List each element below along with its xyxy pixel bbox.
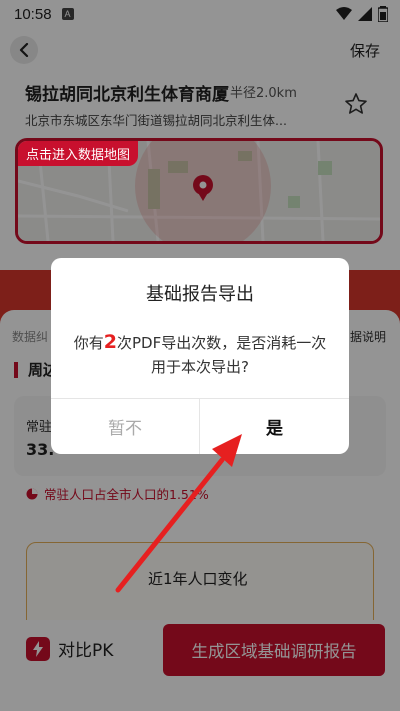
dialog-msg-prefix: 你有 (73, 334, 104, 352)
export-count: 2 (103, 331, 117, 353)
dialog-title: 基础报告导出 (146, 284, 254, 305)
dialog-msg-suffix: 次PDF导出次数，是否消耗一次用于本次导出? (117, 334, 327, 376)
export-dialog: 基础报告导出 你有2次PDF导出次数，是否消耗一次用于本次导出? 暂不 是 (51, 258, 349, 454)
confirm-button[interactable]: 是 (200, 399, 349, 454)
cancel-button[interactable]: 暂不 (51, 399, 199, 454)
map-entry-label[interactable]: 点击进入数据地图 (18, 141, 139, 166)
dialog-message: 你有2次PDF导出次数，是否消耗一次用于本次导出? (73, 330, 327, 379)
